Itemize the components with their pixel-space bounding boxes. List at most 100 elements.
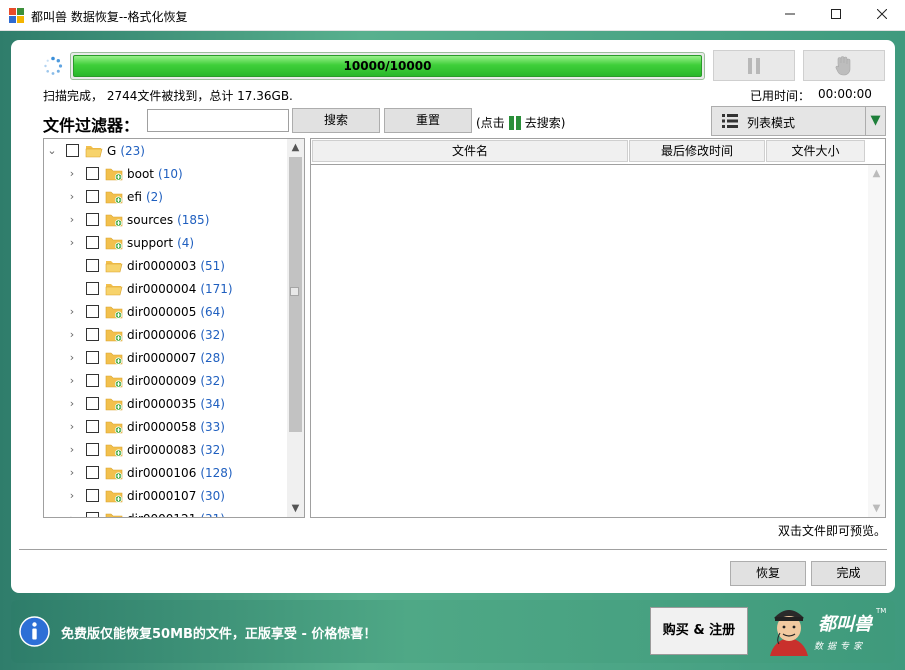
tree-item[interactable]: › dir0000058 (33) xyxy=(66,415,225,438)
close-icon xyxy=(876,8,888,20)
tree-item-checkbox[interactable] xyxy=(86,351,99,364)
tree-item-count: (32) xyxy=(200,327,225,342)
tree-item[interactable]: dir0000003 (51) xyxy=(66,254,225,277)
tree-item[interactable]: › dir0000006 (32) xyxy=(66,323,225,346)
tree-item[interactable]: › dir0000083 (32) xyxy=(66,438,225,461)
chevron-down-icon[interactable]: ⌄ xyxy=(46,144,58,157)
buy-register-button[interactable]: 购买 & 注册 xyxy=(650,607,748,655)
file-list: 文件名 最后修改时间 文件大小 ▲ ▼ xyxy=(310,138,886,518)
view-mode-select[interactable]: 列表模式 ▼ xyxy=(711,106,886,136)
tree-root-count: (23) xyxy=(120,143,145,158)
chevron-right-icon[interactable]: › xyxy=(66,489,78,502)
chevron-right-icon[interactable]: › xyxy=(66,397,78,410)
folder-icon xyxy=(105,168,123,181)
file-list-scrollbar[interactable]: ▲ ▼ xyxy=(868,165,885,517)
tree-item[interactable]: › dir0000106 (128) xyxy=(66,461,233,484)
dropdown-arrow-icon[interactable]: ▼ xyxy=(865,107,885,135)
tree-item[interactable]: › dir0000007 (28) xyxy=(66,346,225,369)
tree-item-checkbox[interactable] xyxy=(86,328,99,341)
tree-scrollbar[interactable]: ▲ ▼ xyxy=(287,139,304,517)
tree-item-checkbox[interactable] xyxy=(86,512,99,517)
tree-root-checkbox[interactable] xyxy=(66,144,79,157)
chevron-right-icon[interactable]: › xyxy=(66,466,78,479)
chevron-right-icon[interactable]: › xyxy=(66,236,78,249)
chevron-right-icon[interactable]: › xyxy=(66,190,78,203)
brand-logo: 都叫兽 数据专家 TM xyxy=(762,602,888,660)
progress-text: 10000/10000 xyxy=(343,59,432,73)
folder-icon xyxy=(105,306,123,319)
tree-item-checkbox[interactable] xyxy=(86,420,99,433)
folder-icon xyxy=(105,444,123,457)
tree-item[interactable]: › support (4) xyxy=(66,231,194,254)
minimize-button[interactable] xyxy=(767,0,813,31)
tree-item-checkbox[interactable] xyxy=(86,167,99,180)
scroll-up-icon[interactable]: ▲ xyxy=(287,139,304,156)
search-button[interactable]: 搜索 xyxy=(292,108,380,133)
pause-button[interactable] xyxy=(713,50,795,81)
scroll-down-icon[interactable]: ▼ xyxy=(868,500,885,517)
tree-item-count: (32) xyxy=(200,373,225,388)
tree-item-checkbox[interactable] xyxy=(86,489,99,502)
tree-item[interactable]: dir0000004 (171) xyxy=(66,277,233,300)
maximize-button[interactable] xyxy=(813,0,859,31)
tree-item-checkbox[interactable] xyxy=(86,397,99,410)
chevron-right-icon[interactable]: › xyxy=(66,213,78,226)
tree-item-checkbox[interactable] xyxy=(86,466,99,479)
tree-item-count: (32) xyxy=(200,442,225,457)
tree-item[interactable]: › efi (2) xyxy=(66,185,163,208)
pause-icon xyxy=(748,57,760,74)
file-filter-input[interactable] xyxy=(147,109,289,132)
tree-item[interactable]: › dir0000035 (34) xyxy=(66,392,225,415)
tree-item-count: (185) xyxy=(177,212,210,227)
tree-item-checkbox[interactable] xyxy=(86,374,99,387)
folder-icon xyxy=(105,513,123,517)
chevron-right-icon[interactable]: › xyxy=(66,420,78,433)
scroll-up-icon[interactable]: ▲ xyxy=(868,165,885,182)
footer-banner: 免费版仅能恢复50MB的文件，正版享受 - 价格惊喜！ 购买 & 注册 都叫兽 … xyxy=(11,600,895,663)
search-hint: (点击 去搜索) xyxy=(476,114,565,131)
close-button[interactable] xyxy=(859,0,905,31)
tree-item-checkbox[interactable] xyxy=(86,305,99,318)
tree-item-checkbox[interactable] xyxy=(86,213,99,226)
chevron-right-icon[interactable]: › xyxy=(66,328,78,341)
column-header-modified[interactable]: 最后修改时间 xyxy=(629,140,765,162)
chevron-right-icon[interactable]: › xyxy=(66,305,78,318)
column-header-size[interactable]: 文件大小 xyxy=(766,140,865,162)
tree-item-checkbox[interactable] xyxy=(86,259,99,272)
tree-item-label: dir0000004 xyxy=(127,281,197,296)
scroll-down-icon[interactable]: ▼ xyxy=(287,500,304,517)
chevron-right-icon[interactable]: › xyxy=(66,443,78,456)
reset-button[interactable]: 重置 xyxy=(384,108,472,133)
window-title: 都叫兽 数据恢复--格式化恢复 xyxy=(31,10,188,24)
tree-item-checkbox[interactable] xyxy=(86,236,99,249)
tree-item-checkbox[interactable] xyxy=(86,190,99,203)
chevron-right-icon[interactable]: › xyxy=(66,351,78,364)
column-header-filename[interactable]: 文件名 xyxy=(312,140,628,162)
tree-item[interactable]: › dir0000005 (64) xyxy=(66,300,225,323)
folder-icon xyxy=(105,467,123,480)
chevron-right-icon[interactable]: › xyxy=(66,374,78,387)
tree-item-checkbox[interactable] xyxy=(86,282,99,295)
chevron-right-icon[interactable]: › xyxy=(66,167,78,180)
tree-item[interactable]: › sources (185) xyxy=(66,208,210,231)
tree-item[interactable]: › dir0000121 (31) xyxy=(66,507,225,517)
tree-item[interactable]: › boot (10) xyxy=(66,162,183,185)
license-notice: 免费版仅能恢复50MB的文件，正版享受 - 价格惊喜！ xyxy=(61,627,377,642)
chevron-right-icon[interactable]: › xyxy=(66,512,78,517)
tree-item[interactable]: › dir0000009 (32) xyxy=(66,369,225,392)
done-button[interactable]: 完成 xyxy=(811,561,886,586)
tree-item-label: sources xyxy=(127,212,174,227)
view-mode-label: 列表模式 xyxy=(747,116,796,130)
info-icon xyxy=(19,616,50,647)
tree-root[interactable]: ⌄ G (23) xyxy=(46,139,145,162)
file-filter-label: 文件过滤器： xyxy=(43,116,140,135)
stop-button[interactable] xyxy=(803,50,885,81)
tree-item[interactable]: › dir0000107 (30) xyxy=(66,484,225,507)
preview-hint: 双击文件即可预览。 xyxy=(778,524,887,538)
file-list-body[interactable]: ▲ ▼ xyxy=(311,164,885,517)
maximize-icon xyxy=(831,9,841,19)
recover-button[interactable]: 恢复 xyxy=(730,561,806,586)
tree-item-checkbox[interactable] xyxy=(86,443,99,456)
tree-item-count: (10) xyxy=(158,166,183,181)
tree-item-label: dir0000006 xyxy=(127,327,197,342)
